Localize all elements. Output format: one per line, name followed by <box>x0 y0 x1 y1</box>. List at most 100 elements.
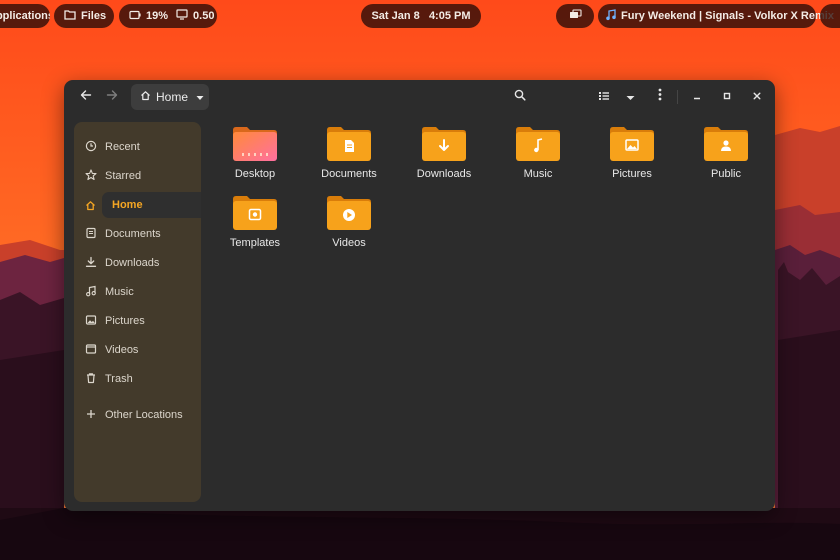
chevron-down-icon <box>626 88 635 106</box>
back-button[interactable] <box>73 85 99 109</box>
download-icon <box>85 256 97 271</box>
sidebar-item-pictures[interactable]: Pictures <box>74 308 201 334</box>
folder-label: Pictures <box>612 168 652 180</box>
sidebar-item-documents[interactable]: Documents <box>74 221 201 247</box>
star-icon <box>85 168 97 184</box>
battery-percent: 19% <box>146 10 169 22</box>
now-playing-title: Fury Weekend | Signals - Volkor X Remix <box>621 10 834 22</box>
public-folder-icon <box>703 126 749 162</box>
sidebar-item-other-locations[interactable]: Other Locations <box>74 402 201 428</box>
chevron-down-icon <box>196 90 204 104</box>
maximize-icon <box>722 88 732 106</box>
sidebar-item-label: Home <box>112 199 143 211</box>
folder-grid: Desktop Documents Downloads Music Pictur… <box>209 122 769 502</box>
folder-documents[interactable]: Documents <box>303 126 395 190</box>
folder-pictures[interactable]: Pictures <box>586 126 678 190</box>
sidebar-item-label: Other Locations <box>105 409 183 421</box>
files-app-button[interactable]: Files <box>54 4 114 28</box>
top-bar: Applications Files 19% 0.50 Sat Jan 8 4:… <box>0 0 840 32</box>
video-icon <box>85 343 97 358</box>
system-stats[interactable]: 19% 0.50 <box>119 4 217 28</box>
music-folder-icon <box>515 126 561 162</box>
close-button[interactable] <box>744 85 770 109</box>
downloads-folder-icon <box>421 126 467 162</box>
search-icon <box>514 88 526 106</box>
music-icon <box>85 285 97 300</box>
clock-button[interactable]: Sat Jan 8 4:05 PM <box>361 4 481 28</box>
desktop-folder-icon <box>232 126 278 162</box>
files-label: Files <box>81 10 107 22</box>
files-window: Home Recent Starred Home Documents Downl… <box>64 80 775 511</box>
pictures-folder-icon <box>609 126 655 162</box>
sidebar-item-label: Documents <box>105 228 161 240</box>
display-settings-button[interactable] <box>556 4 594 28</box>
sidebar-item-label: Recent <box>105 141 140 153</box>
folder-label: Templates <box>229 237 281 249</box>
sidebar: Recent Starred Home Documents Downloads <box>74 122 201 502</box>
picture-icon <box>85 314 97 329</box>
templates-folder-icon <box>232 195 278 231</box>
monitor-icon <box>176 9 188 23</box>
sidebar-item-label: Trash <box>105 373 133 385</box>
kebab-menu-icon <box>658 88 662 106</box>
view-mode-button[interactable] <box>591 85 617 109</box>
applications-label: Applications <box>0 10 50 22</box>
folder-icon <box>64 9 76 23</box>
displays-icon <box>569 9 582 23</box>
folder-public[interactable]: Public <box>680 126 772 190</box>
sidebar-item-videos[interactable]: Videos <box>74 337 201 363</box>
home-icon <box>140 90 151 104</box>
close-icon <box>752 88 762 106</box>
home-icon <box>85 192 97 218</box>
sidebar-item-downloads[interactable]: Downloads <box>74 250 201 276</box>
folder-music[interactable]: Music <box>492 126 584 190</box>
path-bar-home[interactable]: Home <box>131 84 209 110</box>
clock-icon <box>85 140 97 155</box>
list-view-icon <box>598 88 610 106</box>
arrow-right-icon <box>106 88 118 106</box>
folder-templates[interactable]: Templates <box>209 195 301 259</box>
minimize-icon <box>692 88 702 106</box>
forward-button[interactable] <box>99 85 125 109</box>
path-label: Home <box>156 90 189 104</box>
folder-label: Public <box>711 168 741 180</box>
header-separator <box>677 90 678 104</box>
sidebar-item-label: Downloads <box>105 257 160 269</box>
sidebar-item-label: Starred <box>105 170 142 182</box>
folder-label: Downloads <box>416 168 472 180</box>
main-menu-button[interactable] <box>647 85 673 109</box>
sidebar-item-label: Music <box>105 286 134 298</box>
sidebar-item-label: Pictures <box>105 315 145 327</box>
battery-icon <box>129 10 141 23</box>
folder-downloads[interactable]: Downloads <box>398 126 490 190</box>
sidebar-item-music[interactable]: Music <box>74 279 201 305</box>
sidebar-item-trash[interactable]: Trash <box>74 366 201 392</box>
folder-label: Music <box>523 168 553 180</box>
date-time: Sat Jan 8 4:05 PM <box>371 10 471 22</box>
sidebar-item-starred[interactable]: Starred <box>74 163 201 189</box>
search-button[interactable] <box>507 85 533 109</box>
load-value: 0.50 <box>193 10 215 22</box>
system-menu-button[interactable] <box>820 4 840 28</box>
folder-label: Desktop <box>234 168 276 180</box>
folder-label: Videos <box>332 237 366 249</box>
trash-icon <box>85 372 97 387</box>
folder-desktop[interactable]: Desktop <box>209 126 301 190</box>
documents-folder-icon <box>326 126 372 162</box>
view-options-button[interactable] <box>617 85 643 109</box>
header-bar: Home <box>64 80 775 114</box>
sidebar-item-recent[interactable]: Recent <box>74 134 201 160</box>
music-note-icon <box>605 8 616 24</box>
sidebar-item-label: Videos <box>105 344 139 356</box>
folder-label: Documents <box>321 168 377 180</box>
minimize-button[interactable] <box>684 85 710 109</box>
applications-button[interactable]: Applications <box>0 4 50 28</box>
sidebar-item-home[interactable]: Home <box>102 192 201 218</box>
arrow-left-icon <box>80 88 92 106</box>
maximize-button[interactable] <box>714 85 740 109</box>
plus-icon <box>85 408 97 423</box>
videos-folder-icon <box>326 195 372 231</box>
media-player-indicator[interactable]: Fury Weekend | Signals - Volkor X Remix <box>598 4 834 28</box>
folder-videos[interactable]: Videos <box>303 195 395 259</box>
document-icon <box>85 227 97 242</box>
